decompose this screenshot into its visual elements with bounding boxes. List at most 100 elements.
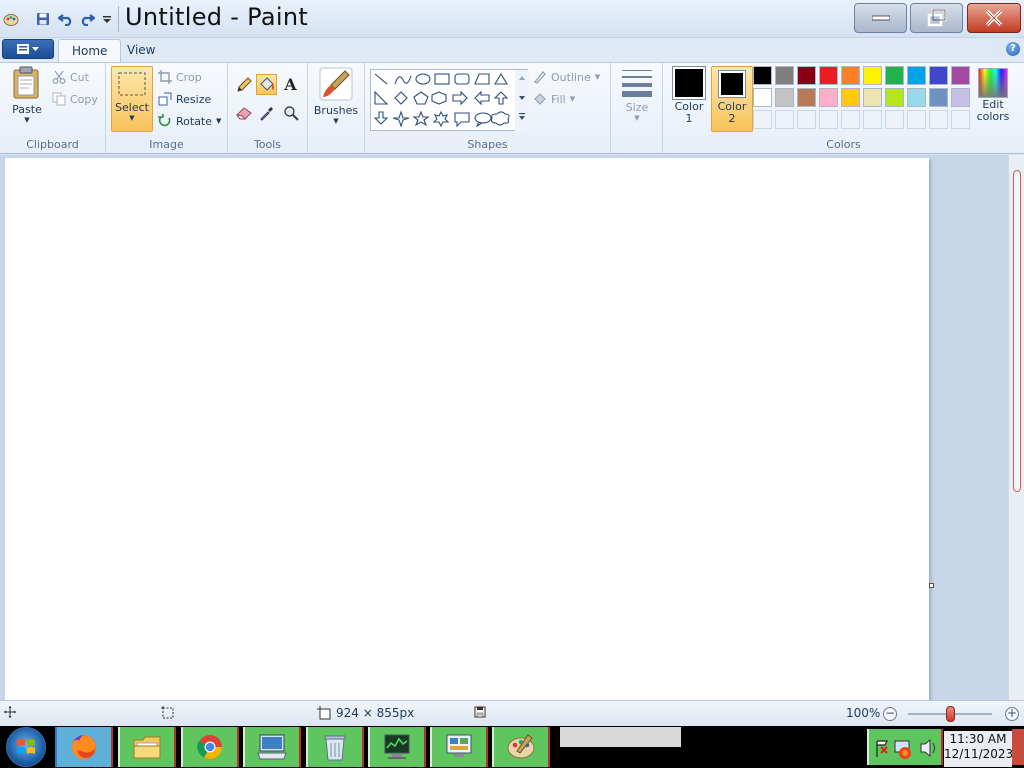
palette-swatch[interactable] xyxy=(951,88,970,107)
color2-button[interactable]: Color 2 xyxy=(711,66,753,132)
palette-swatch[interactable] xyxy=(885,88,904,107)
rotate-label: Rotate xyxy=(176,114,213,128)
paint-app-icon[interactable] xyxy=(2,10,20,28)
outline-button[interactable]: Outline ▼ xyxy=(533,67,600,87)
palette-swatch[interactable] xyxy=(929,88,948,107)
crop-icon xyxy=(158,70,172,84)
color-picker-tool[interactable] xyxy=(256,102,277,123)
zoom-in-button[interactable]: + xyxy=(1005,707,1019,721)
palette-swatch[interactable] xyxy=(907,88,926,107)
colors-group-label: Colors xyxy=(826,138,861,151)
palette-swatch[interactable] xyxy=(797,88,816,107)
palette-custom-slot[interactable] xyxy=(929,110,948,129)
redo-icon[interactable] xyxy=(78,10,96,28)
paste-icon xyxy=(13,66,39,99)
taskbar-on-screen-keyboard[interactable] xyxy=(243,727,301,767)
help-icon[interactable]: ? xyxy=(1006,42,1020,56)
palette-custom-slot[interactable] xyxy=(841,110,860,129)
status-bar: 924 × 855px 100% − + xyxy=(0,700,1024,726)
palette-custom-slot[interactable] xyxy=(753,110,772,129)
copy-button[interactable]: Copy xyxy=(52,89,98,109)
palette-custom-slot[interactable] xyxy=(951,110,970,129)
taskbar-explorer[interactable] xyxy=(118,727,176,767)
pencil-tool[interactable] xyxy=(233,74,254,95)
palette-swatch[interactable] xyxy=(819,88,838,107)
cut-label: Cut xyxy=(70,70,89,84)
save-icon[interactable] xyxy=(34,10,52,28)
fill-tool[interactable] xyxy=(256,74,277,95)
taskbar-firefox[interactable] xyxy=(55,727,113,767)
zoom-out-button[interactable]: − xyxy=(883,707,897,721)
color1-swatch xyxy=(675,69,703,97)
edit-colors-button[interactable]: Edit colors xyxy=(973,68,1013,130)
taskbar-task-manager[interactable] xyxy=(368,727,426,767)
palette-swatch[interactable] xyxy=(797,66,816,85)
palette-custom-slot[interactable] xyxy=(775,110,794,129)
image-size: 924 × 855px xyxy=(317,706,414,720)
cut-button[interactable]: Cut xyxy=(52,67,89,87)
fill-button[interactable]: Fill ▼ xyxy=(533,89,575,109)
palette-swatch[interactable] xyxy=(863,88,882,107)
paste-button[interactable]: Paste ▼ xyxy=(6,66,48,130)
palette-swatch[interactable] xyxy=(907,66,926,85)
clock-time: 11:30 AM xyxy=(949,732,1007,746)
taskbar-paint[interactable] xyxy=(492,727,550,767)
taskbar-control-panel[interactable] xyxy=(430,727,488,767)
color1-button[interactable]: Color 1 xyxy=(669,66,709,132)
tab-home[interactable]: Home xyxy=(58,39,122,62)
select-button[interactable]: Select ▼ xyxy=(111,66,153,132)
magnifier-tool[interactable] xyxy=(280,102,301,123)
taskbar-recycle-bin[interactable] xyxy=(306,727,364,767)
resize-button[interactable]: Resize xyxy=(158,89,211,109)
outline-label: Outline xyxy=(551,70,591,84)
palette-custom-slot[interactable] xyxy=(863,110,882,129)
drawing-canvas[interactable] xyxy=(5,158,929,700)
chevron-down-icon: ▼ xyxy=(216,117,222,125)
clipboard-group-label: Clipboard xyxy=(26,138,79,151)
taskbar-clock[interactable]: 11:30 AM 12/11/2023 xyxy=(944,731,1013,767)
palette-swatch[interactable] xyxy=(753,66,772,85)
palette-custom-slot[interactable] xyxy=(797,110,816,129)
vertical-scrollbar[interactable] xyxy=(1008,155,1024,700)
palette-custom-slot[interactable] xyxy=(819,110,838,129)
color2-label-line2: 2 xyxy=(728,112,736,125)
eraser-tool[interactable] xyxy=(233,102,254,123)
cursor-position-icon xyxy=(4,706,16,718)
palette-swatch[interactable] xyxy=(819,66,838,85)
palette-swatch[interactable] xyxy=(863,66,882,85)
start-button[interactable] xyxy=(6,727,46,767)
canvas-resize-handle[interactable] xyxy=(929,583,934,588)
scrollbar-thumb[interactable] xyxy=(1013,170,1021,492)
palette-swatch[interactable] xyxy=(951,66,970,85)
palette-swatch[interactable] xyxy=(841,66,860,85)
brushes-button[interactable]: Brushes ▼ xyxy=(313,67,359,131)
clipboard-group: Paste ▼ Cut Copy Clipboard xyxy=(0,63,106,154)
minimize-button[interactable] xyxy=(854,3,907,33)
customize-qat-icon[interactable] xyxy=(98,10,116,28)
palette-swatch[interactable] xyxy=(841,88,860,107)
color1-label-line2: 1 xyxy=(685,112,693,125)
close-button[interactable] xyxy=(967,3,1021,33)
zoom-level: 100% xyxy=(846,706,881,720)
rotate-button[interactable]: Rotate ▼ xyxy=(158,111,221,131)
taskbar-chrome[interactable] xyxy=(181,727,239,767)
palette-swatch[interactable] xyxy=(885,66,904,85)
undo-icon[interactable] xyxy=(57,10,75,28)
image-group-label: Image xyxy=(149,138,184,151)
palette-custom-slot[interactable] xyxy=(885,110,904,129)
zoom-slider-thumb[interactable] xyxy=(946,706,955,722)
text-tool[interactable]: A xyxy=(280,74,301,95)
palette-swatch[interactable] xyxy=(775,66,794,85)
monitor-graph-icon xyxy=(384,734,410,759)
crop-button[interactable]: Crop xyxy=(158,67,202,87)
palette-custom-slot[interactable] xyxy=(907,110,926,129)
palette-swatch[interactable] xyxy=(753,88,772,107)
paint-menu-button[interactable] xyxy=(2,39,54,59)
tab-view[interactable]: View xyxy=(114,39,168,62)
size-button[interactable]: Size ▼ xyxy=(617,68,657,128)
ribbon-tab-bar: Home View ? xyxy=(0,38,1024,62)
palette-swatch[interactable] xyxy=(775,88,794,107)
restore-button[interactable] xyxy=(910,3,963,33)
palette-swatch[interactable] xyxy=(929,66,948,85)
show-desktop-button[interactable] xyxy=(1012,729,1024,765)
